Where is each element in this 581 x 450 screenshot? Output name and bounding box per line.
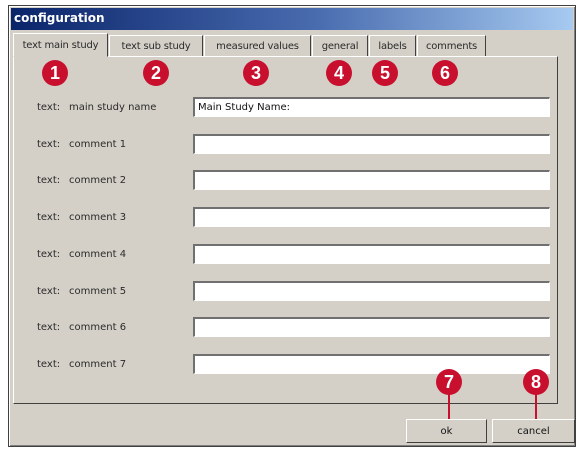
row-label-text: comment 2 bbox=[69, 175, 127, 186]
comment-1-input[interactable] bbox=[193, 134, 550, 154]
row-label-text: comment 1 bbox=[69, 139, 127, 150]
window-title: configuration bbox=[14, 11, 105, 25]
row-label-text: main study name bbox=[69, 102, 157, 113]
row-key: text: bbox=[37, 212, 61, 223]
row-key: text: bbox=[37, 139, 61, 150]
row-label-text: comment 6 bbox=[69, 322, 127, 333]
row-key: text: bbox=[37, 286, 61, 297]
row-key: text: bbox=[37, 175, 61, 186]
row-key: text: bbox=[37, 102, 61, 113]
tab-comments[interactable]: comments bbox=[417, 35, 486, 56]
comment-4-input[interactable] bbox=[193, 244, 550, 264]
row-label-text: comment 7 bbox=[69, 359, 127, 370]
callout-badge-5: 5 bbox=[372, 60, 398, 86]
callout-badge-4: 4 bbox=[326, 60, 352, 86]
comment-5-input[interactable] bbox=[193, 281, 550, 301]
row-label-comment-6: text: comment 6 bbox=[37, 322, 126, 333]
callout-badge-2: 2 bbox=[143, 60, 169, 86]
callout-7-leader bbox=[448, 394, 450, 419]
row-key: text: bbox=[37, 359, 61, 370]
comment-6-input[interactable] bbox=[193, 317, 550, 337]
main-study-name-input[interactable] bbox=[193, 97, 550, 117]
callout-badge-3: 3 bbox=[243, 60, 269, 86]
row-label-comment-5: text: comment 5 bbox=[37, 286, 126, 297]
row-label-comment-7: text: comment 7 bbox=[37, 359, 126, 370]
row-label-text: comment 4 bbox=[69, 249, 127, 260]
tab-text-sub-study[interactable]: text sub study bbox=[109, 35, 203, 56]
tab-general[interactable]: general bbox=[312, 35, 368, 56]
row-label-comment-4: text: comment 4 bbox=[37, 249, 126, 260]
title-bar[interactable]: configuration bbox=[11, 8, 573, 30]
tab-text-main-study[interactable]: text main study bbox=[13, 33, 108, 57]
row-label-comment-3: text: comment 3 bbox=[37, 212, 126, 223]
row-key: text: bbox=[37, 322, 61, 333]
callout-badge-7: 7 bbox=[436, 369, 462, 395]
callout-badge-6: 6 bbox=[432, 60, 458, 86]
callout-badge-1: 1 bbox=[42, 60, 68, 86]
row-label-text: comment 5 bbox=[69, 286, 127, 297]
row-label-main-study-name: text: main study name bbox=[37, 102, 156, 113]
tab-labels[interactable]: labels bbox=[369, 35, 416, 56]
callout-8-leader bbox=[535, 394, 537, 419]
row-key: text: bbox=[37, 249, 61, 260]
ok-button[interactable]: ok bbox=[406, 419, 487, 443]
comment-7-input[interactable] bbox=[193, 354, 550, 374]
comment-3-input[interactable] bbox=[193, 207, 550, 227]
callout-badge-8: 8 bbox=[523, 369, 549, 395]
row-label-comment-1: text: comment 1 bbox=[37, 139, 126, 150]
row-label-text: comment 3 bbox=[69, 212, 127, 223]
comment-2-input[interactable] bbox=[193, 170, 550, 190]
tab-measured-values[interactable]: measured values bbox=[204, 35, 311, 56]
cancel-button[interactable]: cancel bbox=[492, 419, 575, 443]
row-label-comment-2: text: comment 2 bbox=[37, 175, 126, 186]
